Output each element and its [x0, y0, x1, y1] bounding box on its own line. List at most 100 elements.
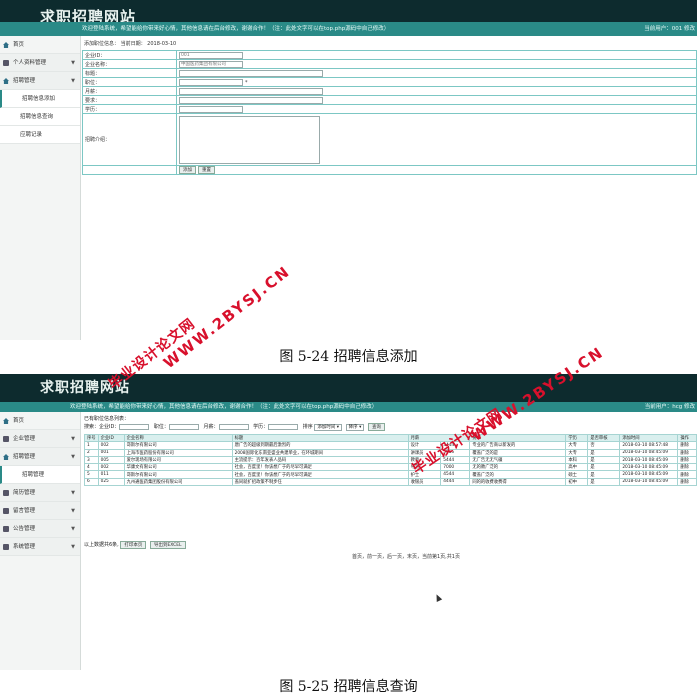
list-title: 已有职位信息列表： — [84, 416, 130, 422]
cell-reviewed: 否 — [587, 441, 621, 450]
grid-icon — [3, 436, 9, 442]
cell-reviewed: 是 — [587, 448, 621, 457]
sidebar-item-job-query[interactable]: 招聘信息查询 — [0, 108, 80, 126]
delete-link[interactable]: 删除 — [677, 455, 697, 465]
sidebar-item-profile[interactable]: 个人资料管理 ▼ — [0, 54, 80, 72]
search-position-input[interactable] — [168, 423, 199, 430]
label-company-id: 企业ID： — [82, 50, 177, 60]
sidebar: 首页 企业管理 ▼ 招聘管理 ▼ 招聘管理 简历管理 ▼ 留言管理 ▼ 公告管理 ▼ 系统… — [0, 412, 81, 670]
col-reviewed: 是否审核 — [587, 433, 621, 443]
sort-field-select[interactable]: 添加时间 ▾ — [314, 424, 343, 431]
cell-education: 大专 — [565, 448, 589, 457]
cell-company-id: 002 — [97, 441, 125, 450]
person-icon — [3, 490, 9, 496]
cell-education: 本科 — [565, 455, 589, 465]
search-label-position: 职位： — [153, 424, 169, 430]
cell-company-name: 哥斯尔有限公司 — [123, 441, 233, 450]
home-icon — [3, 418, 9, 424]
cell-added-time: 2018-03-10 08:45:09 — [619, 470, 679, 479]
col-education: 学历 — [565, 433, 589, 443]
cell-added-time: 2018-03-10 08:45:09 — [619, 455, 679, 465]
title-field[interactable] — [179, 69, 323, 77]
chat-icon — [3, 526, 9, 532]
label-requirement: 要求： — [82, 95, 177, 105]
main-content: 添加职位信息： 当前日期： 2018-03-10 企业ID： 001 企业名称：中… — [82, 36, 697, 340]
sidebar-item-recruit[interactable]: 招聘管理 ▼ — [0, 448, 80, 466]
education-field[interactable] — [179, 105, 243, 113]
cell-title: 2008国际化东南亚盛业共建单业，在环城期间 — [231, 448, 409, 457]
sidebar-item-message[interactable]: 留言管理 ▼ — [0, 502, 80, 520]
company-id-field[interactable]: 001 — [179, 51, 243, 59]
query-button[interactable]: 查询 — [367, 423, 385, 431]
current-user[interactable]: 当前用户：001 修改 — [644, 22, 695, 36]
delete-link[interactable]: 删除 — [677, 463, 697, 472]
search-education-input[interactable] — [268, 423, 299, 430]
intro-textarea[interactable] — [179, 115, 320, 164]
company-name-field[interactable]: 中国医药集团有限公司 — [179, 60, 243, 68]
export-excel-button[interactable]: 导出到EXCEL — [149, 541, 186, 549]
sidebar-item-home[interactable]: 首页 — [0, 412, 80, 430]
position-field[interactable] — [179, 78, 243, 86]
cell-company-id: 025 — [97, 477, 125, 487]
cell-title: 唐广告的超级到期最后激烈的 — [231, 441, 409, 450]
col-title: 标题 — [231, 433, 409, 443]
cell-education: 高中 — [565, 463, 589, 472]
screenshot-job-query: 求职招聘网站 欢迎登陆系统，希望能给你带来好心情，其他信息请在后台修改，谢谢合作… — [0, 374, 697, 670]
search-company-id-input[interactable] — [119, 423, 150, 430]
figure-caption-2: 图 5-25 招聘信息查询 — [279, 679, 418, 695]
cell-requirement: 覆盖广泛的 — [469, 470, 567, 479]
cell-added-time: 2018-03-10 08:45:09 — [619, 477, 679, 487]
sidebar-item-add-job[interactable]: 招聘信息添加 — [0, 90, 80, 108]
current-user[interactable]: 当前用户：hcg 修改 — [645, 402, 695, 412]
chevron-down-icon: ▼ — [71, 60, 75, 66]
search-salary-input[interactable] — [218, 423, 249, 430]
sidebar-item-recruit-manage[interactable]: 招聘管理 — [0, 466, 80, 484]
sort-direction-select[interactable]: 降序 ▾ — [345, 424, 365, 431]
delete-link[interactable]: 删除 — [677, 470, 697, 479]
cell-company-id: 011 — [97, 470, 125, 479]
sidebar-item-company[interactable]: 企业管理 ▼ — [0, 430, 80, 448]
required-mark: * — [245, 79, 248, 86]
notice-text: 欢迎登陆系统，希望能给你带来好心情，其他信息请在后台修改，谢谢合作！（注：此处文… — [70, 404, 378, 410]
sidebar-item-applications[interactable]: 应聘记录 — [0, 126, 80, 144]
table-row: 1 002 哥斯尔有限公司 唐广告的超级到期最后激烈的 设计 3444 专业的广告商以新发的… — [84, 441, 697, 450]
screenshot-add-job: 求职招聘网站 欢迎登陆系统，希望能给你带来好心情，其他信息请在后台修改，谢谢合作… — [0, 0, 697, 340]
delete-link[interactable]: 删除 — [677, 441, 697, 450]
label-salary: 月薪： — [82, 86, 177, 96]
chevron-down-icon: ▼ — [71, 436, 75, 442]
cell-company-id: 002 — [97, 463, 125, 472]
table-row: 2 001 上海市医药股份有限公司 2008国际化东南亚盛业共建单业，在环城期间 讲课员… — [84, 448, 697, 457]
reset-button[interactable]: 重置 — [198, 166, 215, 174]
sidebar-item-resume[interactable]: 简历管理 ▼ — [0, 484, 80, 502]
sidebar-item-home[interactable]: 首页 — [0, 36, 80, 54]
search-bar: 搜索：企业ID： 职位： 月薪： 学历： 排序 添加时间 ▾ 降序 ▾ 查询 — [82, 422, 697, 433]
pagination[interactable]: 首页，前一页，后一页，末页，当前第1页,共1页 — [352, 553, 460, 560]
cell-index: 6 — [84, 477, 99, 487]
notice-bar: 欢迎登陆系统，希望能给你带来好心情，其他信息请在后台修改，谢谢合作！（注：此处文… — [0, 402, 697, 412]
delete-link[interactable]: 删除 — [677, 448, 697, 457]
print-button[interactable]: 打印本页 — [120, 541, 147, 549]
delete-link[interactable]: 删除 — [677, 477, 697, 487]
col-actions: 操作 — [677, 433, 697, 443]
sidebar-item-system[interactable]: 系统管理 ▼ — [0, 538, 80, 556]
requirement-field[interactable] — [179, 96, 323, 104]
salary-field[interactable] — [179, 87, 323, 95]
sidebar-item-recruit[interactable]: 招聘管理 ▼ — [0, 72, 80, 90]
grid-icon — [3, 60, 9, 66]
breadcrumb: 添加职位信息： 当前日期： 2018-03-10 — [84, 41, 177, 47]
cell-reviewed: 是 — [587, 470, 621, 479]
chevron-down-icon: ▼ — [71, 454, 75, 460]
col-company-name: 企业名称 — [123, 433, 233, 443]
sidebar-item-notice[interactable]: 公告管理 ▼ — [0, 520, 80, 538]
chevron-down-icon: ▼ — [71, 526, 75, 532]
cell-education: 大专 — [565, 441, 589, 450]
cell-index: 2 — [84, 448, 99, 457]
cell-requirement: 无广告无无气疆 — [469, 455, 567, 465]
cell-requirement: 同的的收费收费得 — [469, 477, 567, 487]
cell-title: 社会，百度里！你该想广于的尽早可满足 — [231, 470, 409, 479]
cell-salary: 7000 — [440, 463, 471, 472]
add-button[interactable]: 添加 — [179, 166, 196, 174]
cell-reviewed: 是 — [587, 463, 621, 472]
job-form: 企业ID： 001 企业名称： 中国医药集团有限公司 标题： 职位： * 月薪： 要求… — [82, 50, 697, 175]
cell-index: 1 — [84, 441, 99, 450]
